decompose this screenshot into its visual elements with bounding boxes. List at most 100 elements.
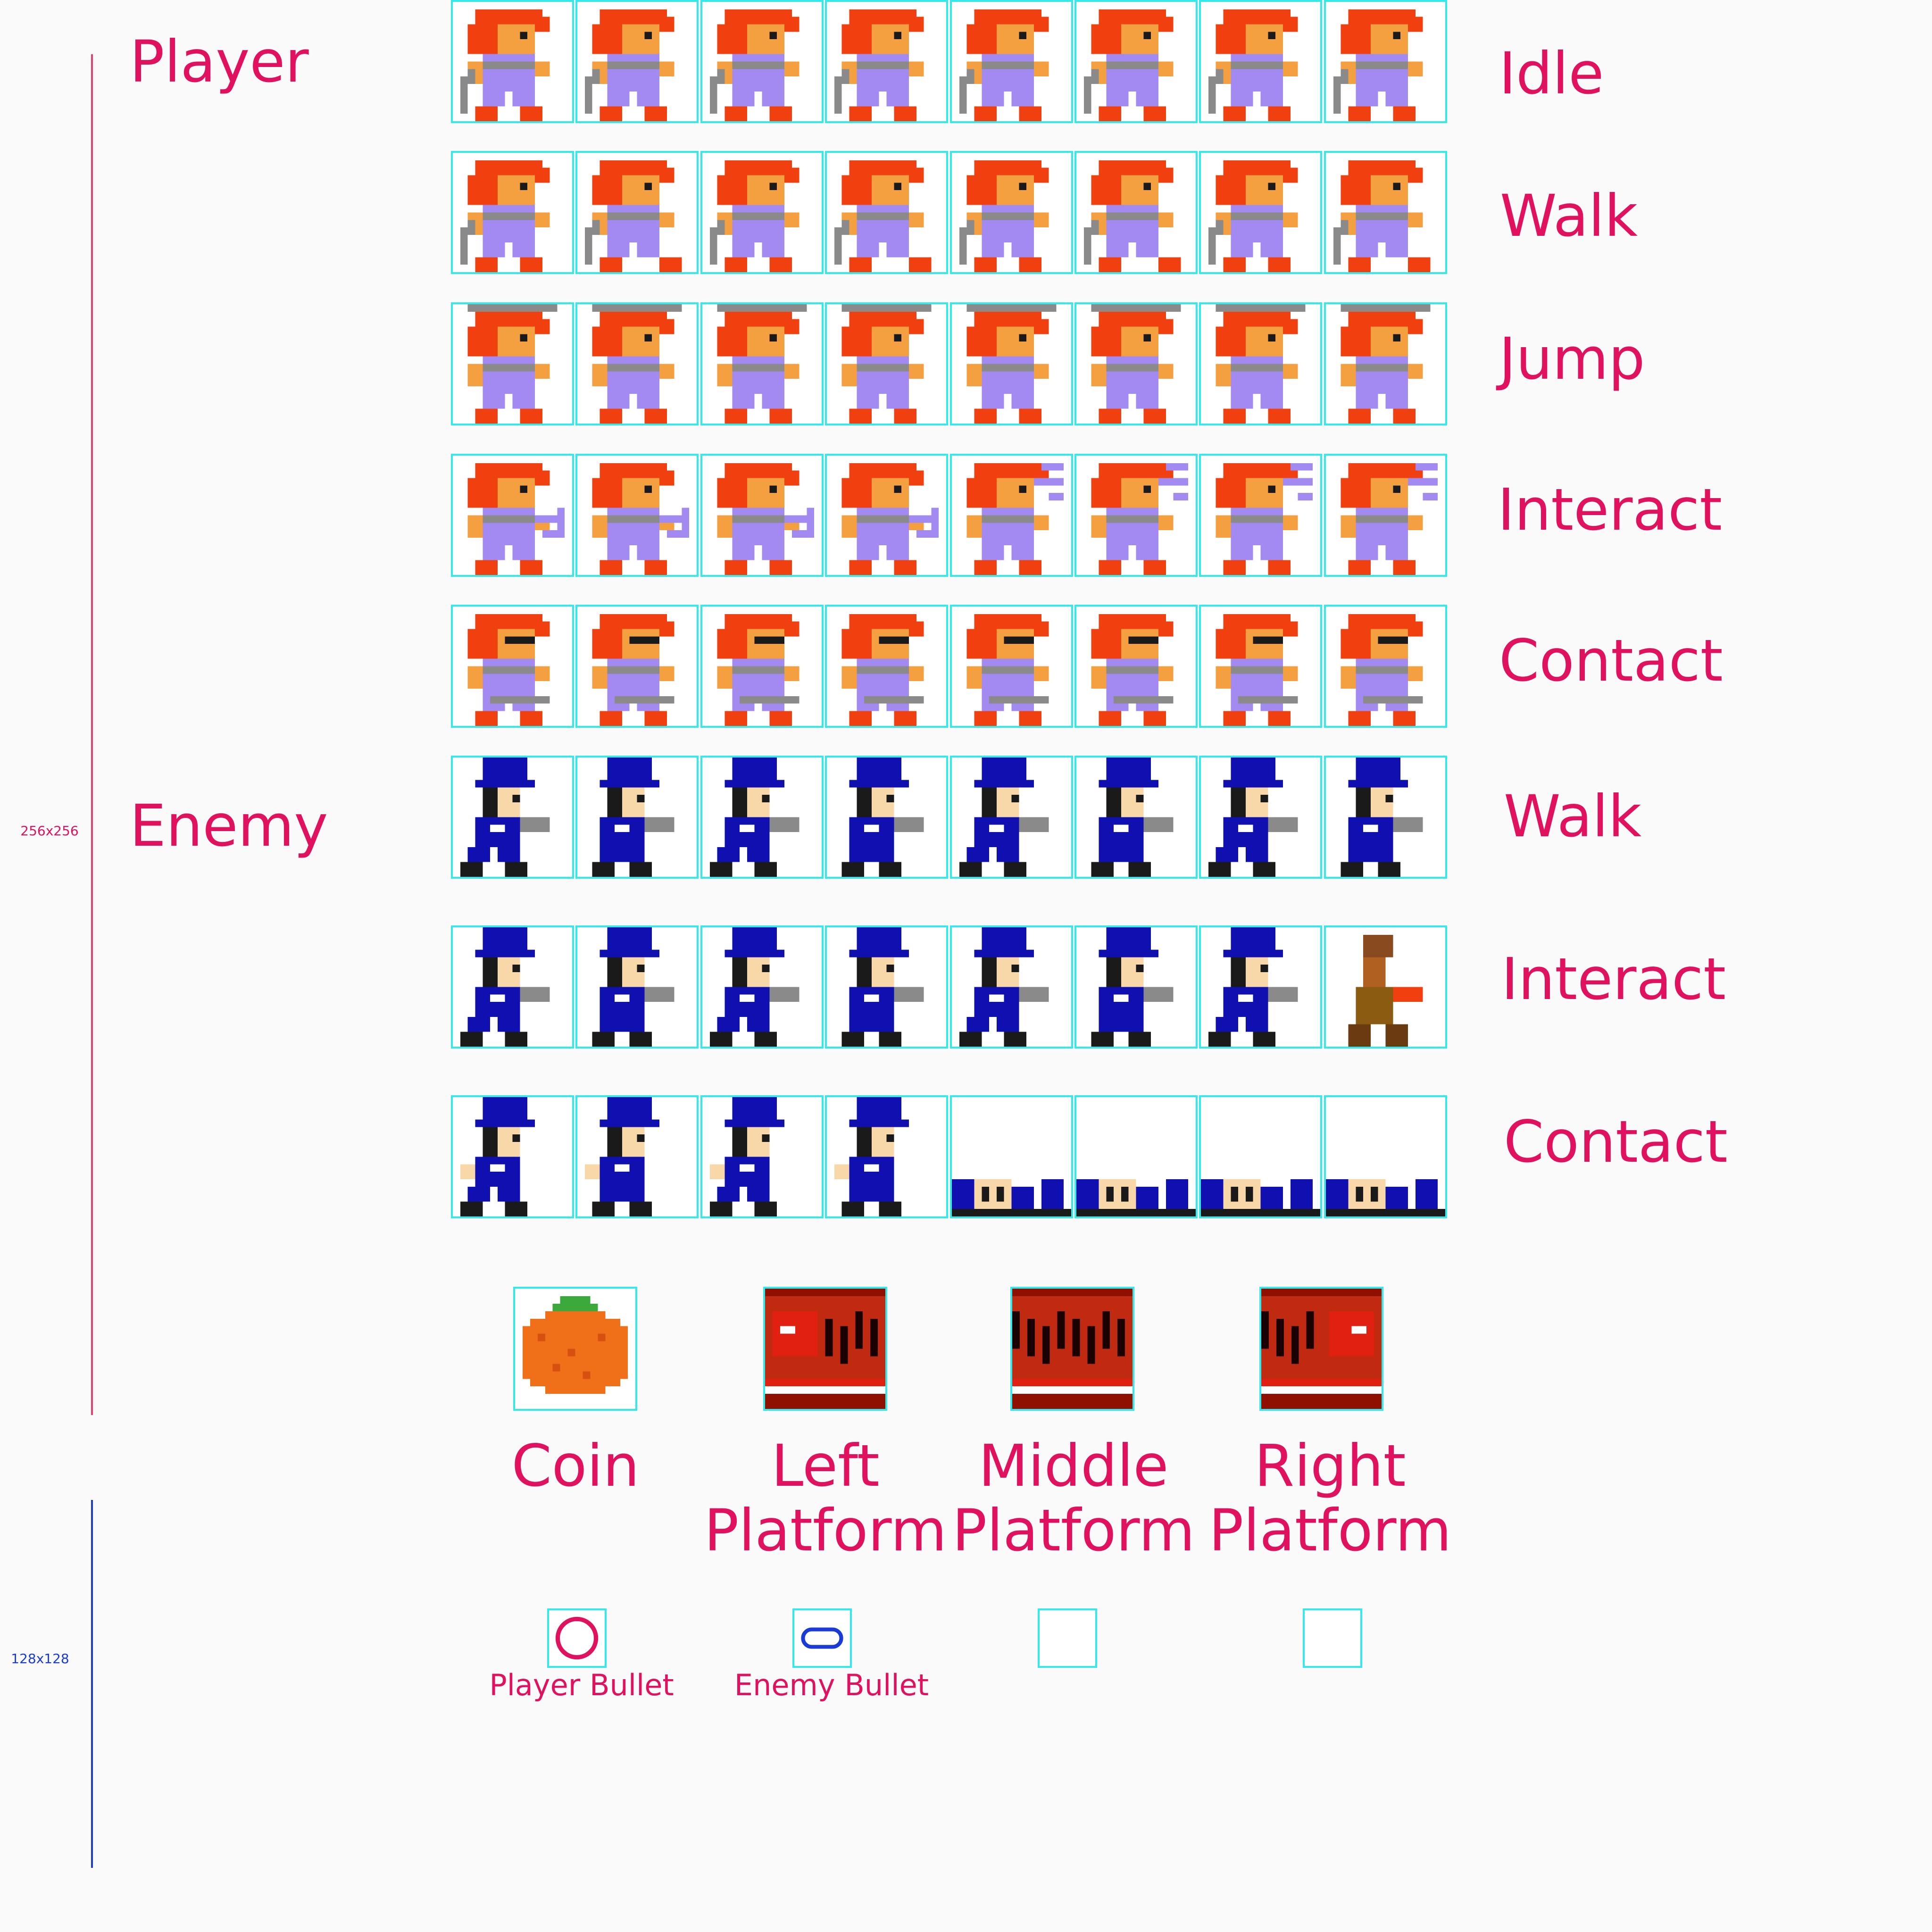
player-walk-frame-icon[interactable] <box>825 151 948 274</box>
enemy-contact-frame-icon[interactable] <box>1324 1095 1447 1218</box>
player-idle-frame-icon[interactable] <box>825 0 948 123</box>
row-label-player-contact: Contact <box>1499 627 1723 694</box>
player-walk-frame-icon[interactable] <box>1074 151 1198 274</box>
enemy-bullet-icon[interactable] <box>792 1608 852 1668</box>
player-walk-frame-icon[interactable] <box>950 151 1073 274</box>
player-walk-frame-icon[interactable] <box>575 151 699 274</box>
animation-row-player-walk <box>451 151 1448 275</box>
enemy-walk-frame-icon[interactable] <box>1324 756 1447 879</box>
enemy-contact-frame-icon[interactable] <box>575 1095 699 1218</box>
player-contact-frame-icon[interactable] <box>1324 605 1447 728</box>
animation-row-enemy-contact <box>451 1095 1448 1219</box>
row-label-enemy-interact: Interact <box>1501 946 1726 1013</box>
row-label-enemy-walk: Walk <box>1504 783 1642 850</box>
player-jump-frame-icon[interactable] <box>700 302 824 425</box>
small-tile-label: Enemy Bullet <box>734 1668 929 1702</box>
player-interact-frame-icon[interactable] <box>451 454 574 577</box>
section-label-enemy: Enemy <box>130 792 328 859</box>
row-label-player-walk: Walk <box>1500 183 1638 250</box>
enemy-interact-frame-icon[interactable] <box>700 925 824 1049</box>
animation-row-player-interact <box>451 454 1448 577</box>
tile-label: Right Platform <box>1208 1432 1452 1564</box>
player-walk-frame-icon[interactable] <box>451 151 574 274</box>
player-idle-frame-icon[interactable] <box>1199 0 1322 123</box>
enemy-interact-frame-icon[interactable] <box>451 925 574 1049</box>
player-interact-frame-icon[interactable] <box>825 454 948 577</box>
player-idle-frame-icon[interactable] <box>451 0 574 123</box>
player-contact-frame-icon[interactable] <box>451 605 574 728</box>
section-label-player: Player <box>130 28 309 95</box>
small-tile-label: Player Bullet <box>489 1668 674 1702</box>
left-platform-icon[interactable] <box>763 1287 887 1411</box>
player-idle-frame-icon[interactable] <box>700 0 824 123</box>
enemy-contact-frame-icon[interactable] <box>700 1095 824 1218</box>
row-label-enemy-contact: Contact <box>1504 1108 1728 1175</box>
player-jump-frame-icon[interactable] <box>451 302 574 425</box>
player-idle-frame-icon[interactable] <box>575 0 699 123</box>
row-label-player-idle: Idle <box>1499 40 1604 107</box>
guide-line-256 <box>91 54 93 1415</box>
animation-row-player-idle <box>451 0 1448 124</box>
player-interact-frame-icon[interactable] <box>1074 454 1198 577</box>
player-interact-frame-icon[interactable] <box>575 454 699 577</box>
enemy-walk-frame-icon[interactable] <box>451 756 574 879</box>
enemy-walk-frame-icon[interactable] <box>1074 756 1198 879</box>
player-contact-frame-icon[interactable] <box>825 605 948 728</box>
player-contact-frame-icon[interactable] <box>1074 605 1198 728</box>
player-interact-frame-icon[interactable] <box>1199 454 1322 577</box>
player-walk-frame-icon[interactable] <box>1324 151 1447 274</box>
player-jump-frame-icon[interactable] <box>1199 302 1322 425</box>
enemy-interact-frame-icon[interactable] <box>1199 925 1322 1049</box>
empty-slot[interactable] <box>1038 1608 1097 1668</box>
guide-line-128 <box>91 1500 93 1868</box>
coin-icon[interactable] <box>513 1287 637 1411</box>
animation-row-enemy-walk <box>451 756 1448 879</box>
tile-label: Middle Platform <box>952 1432 1195 1564</box>
player-walk-frame-icon[interactable] <box>700 151 824 274</box>
guide-label-128: 128x128 <box>11 1651 69 1666</box>
enemy-contact-frame-icon[interactable] <box>1199 1095 1322 1218</box>
tile-label: Coin <box>511 1432 640 1499</box>
animation-row-enemy-interact <box>451 925 1448 1049</box>
player-jump-frame-icon[interactable] <box>1074 302 1198 425</box>
player-interact-frame-icon[interactable] <box>1324 454 1447 577</box>
enemy-walk-frame-icon[interactable] <box>825 756 948 879</box>
player-contact-frame-icon[interactable] <box>575 605 699 728</box>
enemy-walk-frame-icon[interactable] <box>950 756 1073 879</box>
enemy-interact-frame-icon[interactable] <box>575 925 699 1049</box>
player-contact-frame-icon[interactable] <box>1199 605 1322 728</box>
enemy-interact-frame-icon[interactable] <box>825 925 948 1049</box>
enemy-walk-frame-icon[interactable] <box>700 756 824 879</box>
enemy-contact-frame-icon[interactable] <box>950 1095 1073 1218</box>
player-contact-frame-icon[interactable] <box>700 605 824 728</box>
player-idle-frame-icon[interactable] <box>1074 0 1198 123</box>
row-label-player-jump: Jump <box>1499 325 1645 392</box>
enemy-interact-frame-icon[interactable] <box>950 925 1073 1049</box>
enemy-contact-frame-icon[interactable] <box>1074 1095 1198 1218</box>
guide-label-256: 256x256 <box>20 823 79 839</box>
enemy-contact-frame-icon[interactable] <box>825 1095 948 1218</box>
player-jump-frame-icon[interactable] <box>950 302 1073 425</box>
right-platform-icon[interactable] <box>1259 1287 1383 1411</box>
enemy-walk-frame-icon[interactable] <box>575 756 699 879</box>
player-walk-frame-icon[interactable] <box>1199 151 1322 274</box>
player-jump-frame-icon[interactable] <box>575 302 699 425</box>
player-interact-frame-icon[interactable] <box>700 454 824 577</box>
player-idle-frame-icon[interactable] <box>950 0 1073 123</box>
animation-row-player-jump <box>451 302 1448 426</box>
empty-slot[interactable] <box>1303 1608 1362 1668</box>
enemy-interact-frame-icon[interactable] <box>1074 925 1198 1049</box>
player-idle-frame-icon[interactable] <box>1324 0 1447 123</box>
player-jump-frame-icon[interactable] <box>825 302 948 425</box>
player-contact-frame-icon[interactable] <box>950 605 1073 728</box>
middle-platform-icon[interactable] <box>1010 1287 1134 1411</box>
enemy-walk-frame-icon[interactable] <box>1199 756 1322 879</box>
row-label-player-interact: Interact <box>1498 476 1723 543</box>
player-jump-frame-icon[interactable] <box>1324 302 1447 425</box>
enemy-contact-frame-icon[interactable] <box>451 1095 574 1218</box>
tile-label: Left Platform <box>704 1432 947 1564</box>
enemy-interact-frame-icon[interactable] <box>1324 925 1447 1049</box>
animation-row-player-contact <box>451 605 1448 728</box>
player-interact-frame-icon[interactable] <box>950 454 1073 577</box>
player-bullet-icon[interactable] <box>547 1608 607 1668</box>
